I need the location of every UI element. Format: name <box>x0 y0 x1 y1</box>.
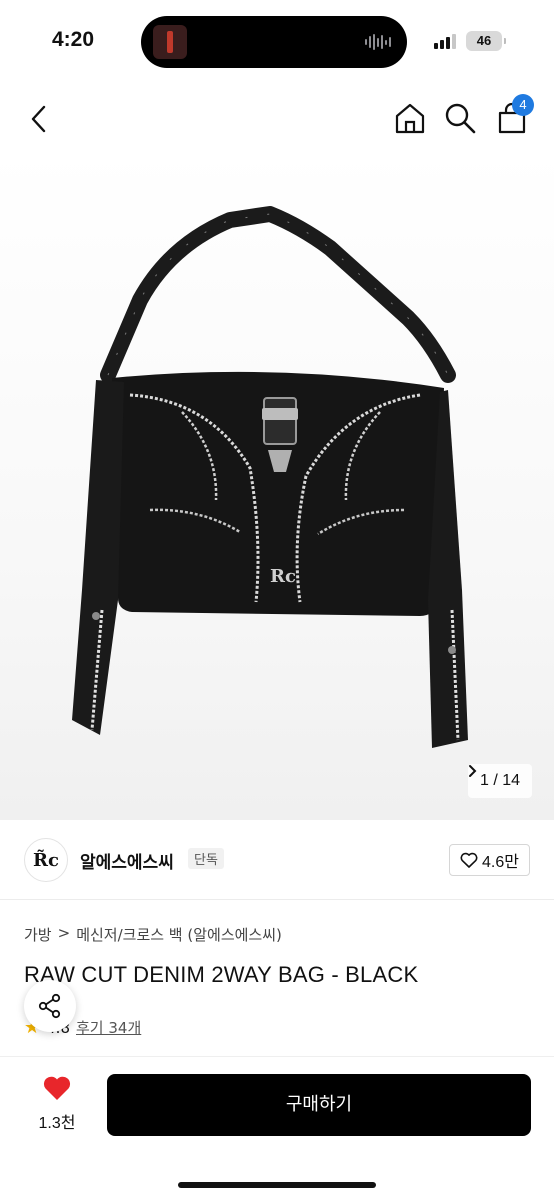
breadcrumb-subcategory[interactable]: 메신저/크로스 백 (알에스에스씨) <box>76 924 282 945</box>
breadcrumb-category[interactable]: 가방 <box>24 924 52 945</box>
bottom-action-bar: 1.3천 구매하기 <box>0 1056 554 1200</box>
top-nav: 4 <box>0 90 554 150</box>
product-image: Rc <box>72 206 468 748</box>
brand-logo-text: R̃c <box>33 849 59 871</box>
brand-row: R̃c 알에스에스씨 단독 4.6만 <box>0 830 554 900</box>
image-counter[interactable]: 1 / 14 <box>467 764 532 798</box>
now-playing-icon <box>153 25 187 59</box>
share-icon <box>38 993 61 1019</box>
status-time: 4:20 <box>52 28 95 51</box>
image-counter-text: 1 / 14 <box>479 772 520 789</box>
home-button[interactable] <box>392 100 428 136</box>
brand-like-button[interactable]: 4.6만 <box>449 844 530 876</box>
dynamic-island <box>141 16 407 68</box>
chevron-right-icon <box>468 765 477 777</box>
search-icon <box>445 103 476 134</box>
share-button[interactable] <box>24 980 76 1032</box>
cart-button[interactable]: 4 <box>494 94 534 136</box>
chevron-left-icon <box>31 105 46 133</box>
product-title: RAW CUT DENIM 2WAY BAG - BLACK <box>24 962 419 987</box>
breadcrumb: 가방 > 메신저/크로스 백 (알에스에스씨) <box>24 924 282 945</box>
buy-button[interactable]: 구매하기 <box>107 1074 531 1136</box>
svg-text:Rc: Rc <box>270 566 296 587</box>
product-image-gallery[interactable]: Rc 1 / 14 <box>0 150 554 820</box>
battery-indicator: 46 <box>466 31 506 51</box>
audio-wave-icon <box>365 34 391 50</box>
wishlist-count: 1.3천 <box>38 1115 76 1132</box>
home-indicator <box>178 1182 376 1188</box>
breadcrumb-separator: > <box>57 924 71 942</box>
heart-outline-icon <box>460 852 478 868</box>
back-button[interactable] <box>24 102 54 136</box>
brand-logo[interactable]: R̃c <box>24 838 68 882</box>
brand-name[interactable]: 알에스에스씨 <box>80 848 174 873</box>
search-button[interactable] <box>442 100 478 136</box>
wishlist-button[interactable]: 1.3천 <box>28 1075 86 1133</box>
review-count-link[interactable]: 후기 34개 <box>76 1017 141 1038</box>
cellular-signal-icon <box>434 33 456 49</box>
cart-count-badge: 4 <box>512 94 534 116</box>
exclusive-badge: 단독 <box>188 848 224 869</box>
home-icon <box>395 103 425 134</box>
heart-filled-icon <box>43 1076 71 1100</box>
status-bar: 4:20 46 <box>0 0 554 82</box>
product-page: 4:20 46 4 Rc 1 / 14 R̃c 알에스에스씨 단독 4.6만 가… <box>0 0 554 1200</box>
brand-like-count: 4.6만 <box>482 854 519 871</box>
